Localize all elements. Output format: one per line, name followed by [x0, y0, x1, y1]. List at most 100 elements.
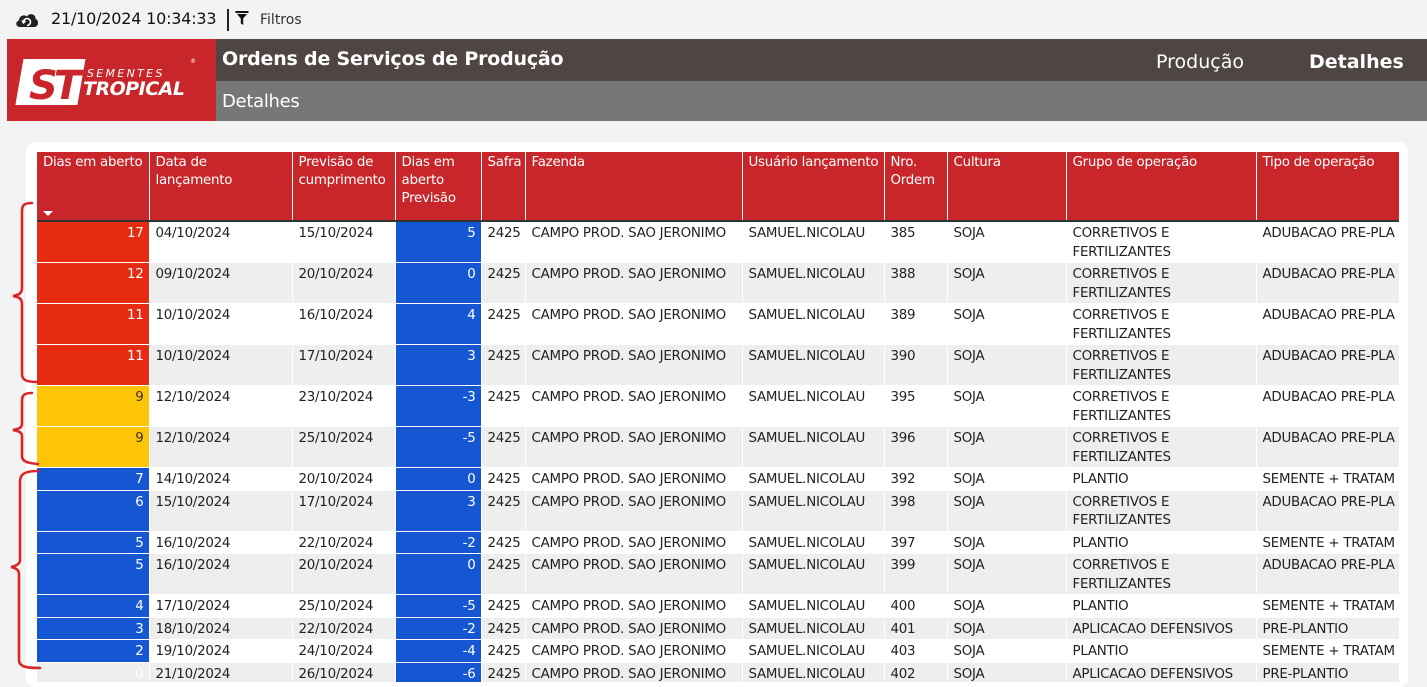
cell-dias-previsao: -5 — [395, 426, 482, 468]
cell-tipo-operacao: ADUBACAO PRE-PLA — [1256, 426, 1399, 468]
page-subtitle: Detalhes — [222, 91, 300, 112]
refresh-datetime: 21/10/2024 10:34:33 — [51, 9, 217, 28]
table-row[interactable]: 2 19/10/2024 24/10/2024 -4 2425 CAMPO PROD. S… — [37, 639, 1399, 662]
cell-fazenda: CAMPO PROD. SAO JERONIMO — [525, 639, 743, 662]
cell-cultura: SOJA — [947, 553, 1067, 595]
cell-cultura: SOJA — [947, 662, 1067, 682]
cell-grupo-operacao: CORRETIVOS E FERTILIZANTES — [1066, 344, 1257, 386]
cell-previsao: 25/10/2024 — [292, 426, 396, 468]
cell-fazenda: CAMPO PROD. SAO JERONIMO — [525, 662, 743, 682]
divider — [227, 9, 229, 31]
cell-previsao: 15/10/2024 — [292, 221, 396, 263]
table-row[interactable]: 7 14/10/2024 20/10/2024 0 2425 CAMPO PROD. SA… — [37, 467, 1399, 490]
cell-dias-em-aberto: 4 — [37, 594, 150, 617]
cell-dias-previsao: 0 — [395, 262, 482, 304]
cell-nro-ordem: 389 — [884, 303, 948, 345]
cell-dias-em-aberto: 3 — [37, 617, 150, 640]
cell-dias-previsao: -4 — [395, 639, 482, 662]
cell-data-lancamento: 14/10/2024 — [149, 467, 293, 490]
table-row[interactable]: 0 21/10/2024 26/10/2024 -6 2425 CAMPO PROD. S… — [37, 662, 1399, 682]
cell-dias-previsao: 5 — [395, 221, 482, 263]
cell-tipo-operacao: SEMENTE + TRATAM — [1256, 639, 1399, 662]
cell-dias-previsao: 4 — [395, 303, 482, 345]
cell-nro-ordem: 403 — [884, 639, 948, 662]
column-header-usuario[interactable]: Usuário lançamento — [742, 152, 885, 221]
table-row[interactable]: 9 12/10/2024 23/10/2024 -3 2425 CAMPO PROD. S… — [37, 385, 1399, 427]
cell-tipo-operacao: PRE-PLANTIO — [1256, 662, 1399, 682]
cell-fazenda: CAMPO PROD. SAO JERONIMO — [525, 467, 743, 490]
column-header-fazenda[interactable]: Fazenda — [525, 152, 743, 221]
column-header-grupo-operacao[interactable]: Grupo de operação — [1066, 152, 1257, 221]
column-header-cultura[interactable]: Cultura — [947, 152, 1067, 221]
cell-fazenda: CAMPO PROD. SAO JERONIMO — [525, 385, 743, 427]
cell-dias-em-aberto: 2 — [37, 639, 150, 662]
table-row[interactable]: 12 09/10/2024 20/10/2024 0 2425 CAMPO PROD. S… — [37, 262, 1399, 304]
cell-dias-em-aberto: 5 — [37, 553, 150, 595]
cell-cultura: SOJA — [947, 385, 1067, 427]
cell-grupo-operacao: CORRETIVOS E FERTILIZANTES — [1066, 490, 1257, 531]
cell-previsao: 20/10/2024 — [292, 553, 396, 595]
filters-button[interactable]: Filtros — [235, 10, 302, 30]
cell-cultura: SOJA — [947, 467, 1067, 490]
nav-detalhes[interactable]: Detalhes — [1309, 51, 1404, 73]
table-row[interactable]: 17 04/10/2024 15/10/2024 5 2425 CAMPO PROD. S… — [37, 221, 1399, 263]
cell-data-lancamento: 12/10/2024 — [149, 426, 293, 468]
cell-dias-previsao: -6 — [395, 662, 482, 682]
table-row[interactable]: 5 16/10/2024 20/10/2024 0 2425 CAMPO PROD. SA… — [37, 553, 1399, 595]
cell-grupo-operacao: PLANTIO — [1066, 639, 1257, 662]
cell-nro-ordem: 396 — [884, 426, 948, 468]
cell-cultura: SOJA — [947, 594, 1067, 617]
table-row[interactable]: 5 16/10/2024 22/10/2024 -2 2425 CAMPO PROD. S… — [37, 531, 1399, 554]
cell-nro-ordem: 401 — [884, 617, 948, 640]
table-row[interactable]: 3 18/10/2024 22/10/2024 -2 2425 CAMPO PROD. S… — [37, 617, 1399, 640]
table-row[interactable]: 11 10/10/2024 17/10/2024 3 2425 CAMPO PROD. S… — [37, 344, 1399, 386]
column-header-dias-previsao[interactable]: Dias em aberto Previsão — [395, 152, 482, 221]
cell-data-lancamento: 18/10/2024 — [149, 617, 293, 640]
cell-usuario: SAMUEL.NICOLAU — [742, 262, 885, 304]
cell-usuario: SAMUEL.NICOLAU — [742, 531, 885, 554]
column-header-dias-em-aberto[interactable]: Dias em aberto — [37, 152, 150, 221]
funnel-icon — [235, 10, 249, 30]
subheader-bar: Detalhes — [216, 81, 1427, 121]
cell-previsao: 20/10/2024 — [292, 467, 396, 490]
sort-desc-icon[interactable] — [43, 211, 53, 216]
nav-producao[interactable]: Produção — [1156, 51, 1244, 73]
cell-fazenda: CAMPO PROD. SAO JERONIMO — [525, 221, 743, 263]
cell-dias-em-aberto: 7 — [37, 467, 150, 490]
cell-dias-previsao: 0 — [395, 467, 482, 490]
cell-dias-em-aberto: 12 — [37, 262, 150, 304]
cell-usuario: SAMUEL.NICOLAU — [742, 490, 885, 531]
cell-usuario: SAMUEL.NICOLAU — [742, 303, 885, 345]
cell-grupo-operacao: APLICACAO DEFENSIVOS — [1066, 617, 1257, 640]
cell-fazenda: CAMPO PROD. SAO JERONIMO — [525, 490, 743, 531]
cell-dias-em-aberto: 11 — [37, 303, 150, 345]
cell-fazenda: CAMPO PROD. SAO JERONIMO — [525, 262, 743, 304]
table-row[interactable]: 11 10/10/2024 16/10/2024 4 2425 CAMPO PROD. S… — [37, 303, 1399, 345]
cell-cultura: SOJA — [947, 617, 1067, 640]
column-header-previsao[interactable]: Previsão de cumprimento — [292, 152, 396, 221]
cell-safra: 2425 — [481, 344, 526, 386]
column-header-nro-ordem[interactable]: Nro. Ordem — [884, 152, 948, 221]
filters-label: Filtros — [260, 12, 302, 28]
cell-dias-em-aberto: 9 — [37, 385, 150, 427]
table-row[interactable]: 6 15/10/2024 17/10/2024 3 2425 CAMPO PROD. SA… — [37, 490, 1399, 531]
cell-nro-ordem: 398 — [884, 490, 948, 531]
cell-tipo-operacao: ADUBACAO PRE-PLA — [1256, 553, 1399, 595]
cell-grupo-operacao: CORRETIVOS E FERTILIZANTES — [1066, 385, 1257, 427]
table-row[interactable]: 9 12/10/2024 25/10/2024 -5 2425 CAMPO PROD. S… — [37, 426, 1399, 468]
column-header-data-lancamento[interactable]: Data de lançamento — [149, 152, 293, 221]
table-row[interactable]: 4 17/10/2024 25/10/2024 -5 2425 CAMPO PROD. S… — [37, 594, 1399, 617]
cell-nro-ordem: 395 — [884, 385, 948, 427]
cell-tipo-operacao: ADUBACAO PRE-PLA — [1256, 344, 1399, 386]
column-header-tipo-operacao[interactable]: Tipo de operação — [1256, 152, 1399, 221]
cell-fazenda: CAMPO PROD. SAO JERONIMO — [525, 344, 743, 386]
cell-tipo-operacao: SEMENTE + TRATAM — [1256, 594, 1399, 617]
cell-nro-ordem: 390 — [884, 344, 948, 386]
brand-logo: ST SEMENTES TROPICAL ® — [7, 39, 216, 121]
logo-monogram: ST — [29, 63, 84, 109]
cloud-refresh-icon[interactable] — [14, 10, 40, 30]
cell-tipo-operacao: ADUBACAO PRE-PLA — [1256, 262, 1399, 304]
logo-brand-bottom: TROPICAL — [83, 78, 185, 100]
column-header-safra[interactable]: Safra — [481, 152, 526, 221]
cell-safra: 2425 — [481, 617, 526, 640]
